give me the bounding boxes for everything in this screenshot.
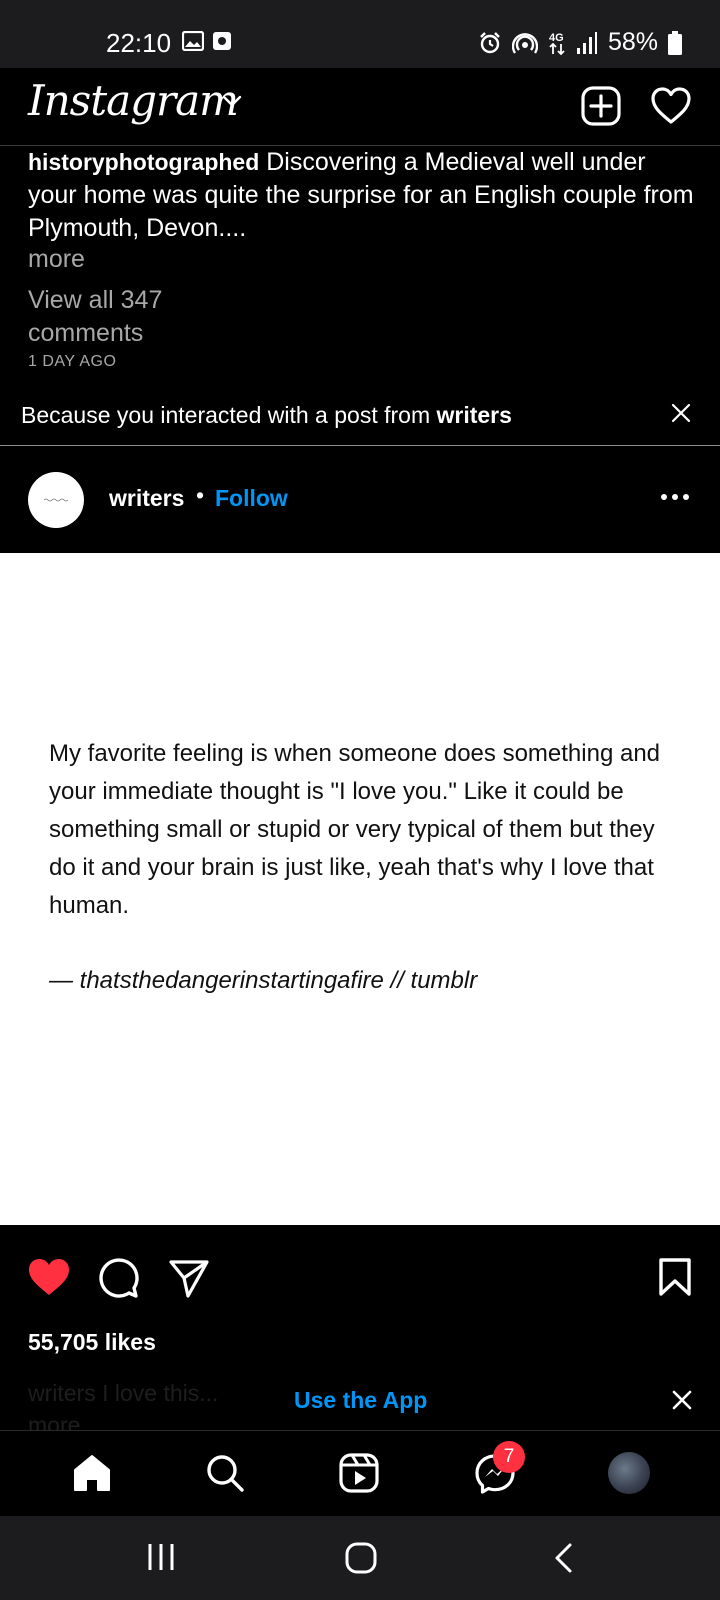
instagram-logo[interactable]: Instagram	[28, 76, 239, 125]
caption-more-link[interactable]: more	[28, 245, 85, 274]
bookmark-icon[interactable]	[658, 1257, 692, 1297]
alarm-icon	[480, 31, 500, 53]
quote-source: — thatsthedangerinstartingafire // tumbl…	[49, 967, 478, 994]
profile-avatar[interactable]	[608, 1452, 650, 1494]
home-circle-icon[interactable]	[345, 1542, 377, 1574]
status-left-icons	[182, 31, 232, 51]
status-time: 22:10	[106, 28, 172, 58]
post-header: writers • Follow	[0, 446, 720, 553]
search-icon[interactable]	[205, 1453, 245, 1493]
hotspot-icon	[511, 32, 538, 54]
back-icon[interactable]	[552, 1542, 574, 1574]
messages-badge: 7	[493, 1441, 525, 1473]
caption-username[interactable]: historyphotographed	[28, 149, 259, 175]
post-image[interactable]: My favorite feeling is when someone does…	[0, 553, 720, 1225]
share-icon[interactable]	[168, 1257, 210, 1299]
post-timestamp: 1 DAY AGO	[28, 353, 117, 370]
comment-icon[interactable]	[97, 1257, 139, 1299]
signal-icon	[576, 31, 597, 54]
suggestion-text: Because you interacted with a post from …	[21, 402, 512, 429]
battery-icon	[668, 30, 682, 55]
view-comments-link[interactable]: View all 347 comments	[28, 284, 268, 350]
separator-dot: •	[196, 482, 205, 508]
follow-button[interactable]: Follow	[215, 485, 288, 512]
chevron-down-icon[interactable]	[222, 94, 242, 108]
post-username[interactable]: writers	[109, 485, 184, 512]
close-icon[interactable]	[672, 1390, 692, 1410]
status-right: 4G 58%	[478, 28, 682, 57]
new-post-icon[interactable]	[581, 86, 621, 126]
image-icon	[182, 31, 204, 51]
use-app-banner: Use the App	[0, 1370, 720, 1430]
svg-text:4G: 4G	[549, 32, 564, 44]
bottom-nav: 7	[0, 1430, 720, 1516]
suggestion-source[interactable]: writers	[437, 402, 512, 428]
more-options-icon[interactable]	[660, 482, 690, 512]
suggestion-prefix: Because you interacted with a post from	[21, 402, 437, 428]
home-icon[interactable]	[72, 1453, 112, 1493]
avatar[interactable]	[28, 472, 84, 528]
4g-icon: 4G	[549, 32, 565, 55]
previous-post-caption: historyphotographed Discovering a Mediev…	[28, 146, 698, 245]
close-icon[interactable]	[670, 402, 692, 424]
writers-logo-icon	[43, 498, 69, 502]
recents-icon[interactable]	[147, 1542, 175, 1572]
likes-count[interactable]: 55,705 likes	[28, 1329, 156, 1356]
screen-record-icon	[213, 32, 231, 50]
battery-percent: 58%	[607, 28, 658, 56]
reels-icon[interactable]	[339, 1453, 379, 1493]
liked-heart-icon[interactable]	[27, 1257, 71, 1297]
suggestion-banner: Because you interacted with a post from …	[0, 386, 720, 446]
app-header: Instagram	[0, 68, 720, 146]
system-nav-bar	[0, 1516, 720, 1600]
quote-text: My favorite feeling is when someone does…	[49, 740, 661, 919]
use-the-app-button[interactable]: Use the App	[294, 1387, 427, 1414]
heart-icon[interactable]	[650, 86, 692, 126]
status-bar: 22:10 4G 58%	[0, 0, 720, 68]
